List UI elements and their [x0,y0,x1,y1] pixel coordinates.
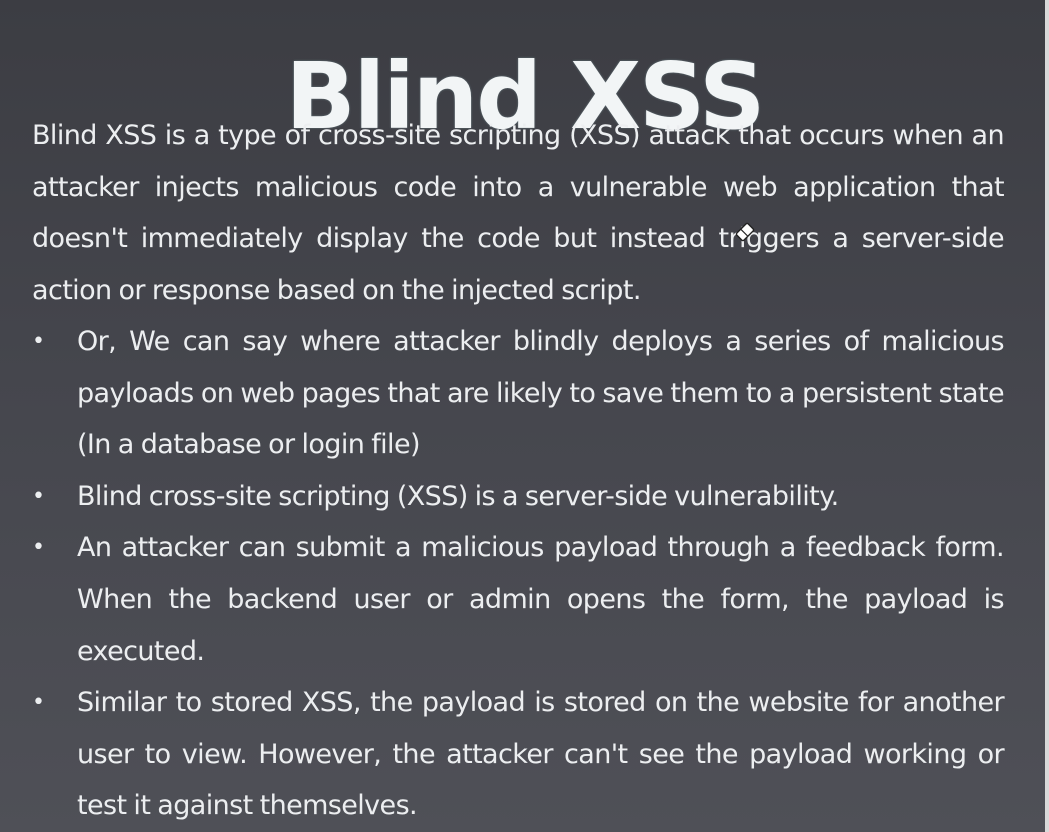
bullet-item: • An attacker can submit a malicious pay… [32,522,1005,677]
bullet-dot: • [32,690,45,716]
bullet-item: • Similar to stored XSS, the payload is … [32,677,1005,832]
bullet-dot: • [32,483,45,509]
bullet-item: • Or, We can say where attacker blindly … [32,316,1005,471]
eraser-cursor-icon [735,222,755,242]
bullet-text: Or, We can say where attacker blindly de… [77,326,1005,461]
intro-paragraph: Blind XSS is a type of cross-site script… [32,120,1005,306]
bullet-item: • Blind cross-site scripting (XSS) is a … [32,471,1004,523]
bullet-text: Blind cross-site scripting (XSS) is a se… [77,480,839,512]
bullet-dot: • [32,535,45,561]
bullet-dot: • [32,329,45,354]
bullet-text: Similar to stored XSS, the payload is st… [77,687,1005,822]
bullet-text: An attacker can submit a malicious paylo… [77,532,1005,667]
bullet-list: • Or, We can say where attacker blindly … [32,316,1005,832]
right-edge-strip [1045,0,1049,832]
